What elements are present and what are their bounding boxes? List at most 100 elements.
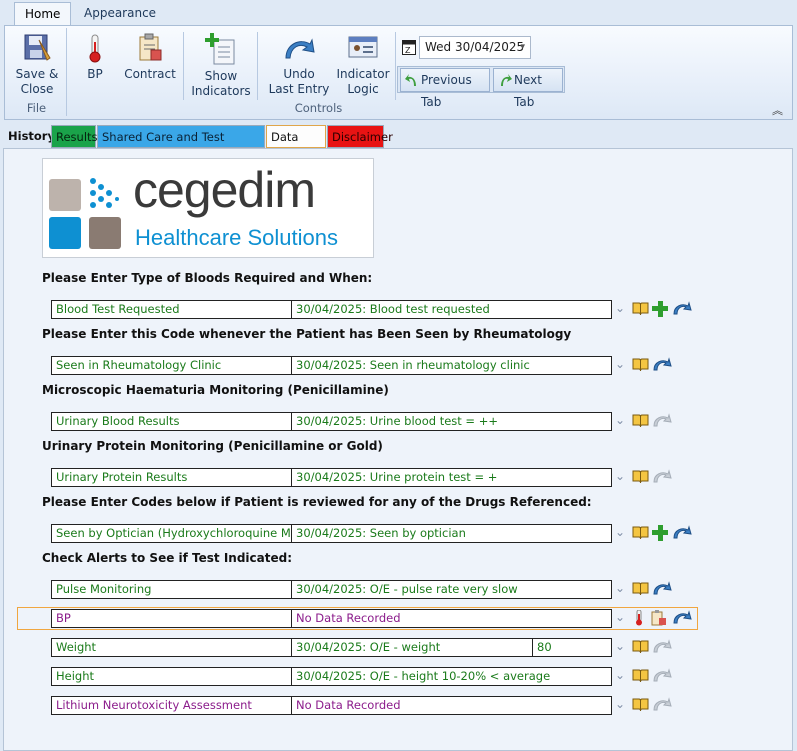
book-icon[interactable]	[632, 668, 649, 686]
chevron-down-icon[interactable]: ⌄	[615, 413, 625, 427]
row-name: BP	[51, 609, 292, 628]
book-icon[interactable]	[632, 697, 649, 715]
chevron-down-icon[interactable]: ⌄	[615, 301, 625, 315]
book-icon[interactable]	[632, 639, 649, 657]
show-indicators-label-1: Show	[204, 69, 238, 83]
undo-icon[interactable]	[652, 581, 672, 598]
file-group: Save & Close File	[7, 28, 67, 116]
indicator-logic-label-2: Logic	[347, 82, 379, 96]
undo-icon[interactable]	[672, 301, 692, 318]
row-value[interactable]: 30/04/2025: O/E - pulse rate very slow	[291, 580, 612, 599]
cegedim-logo: cegedim Healthcare Solutions	[42, 158, 374, 258]
show-indicators-label-2: Indicators	[191, 84, 251, 98]
svg-text:Z: Z	[405, 46, 411, 55]
contract-clipboard-icon	[139, 33, 162, 61]
ribbon-tab-home[interactable]: Home	[14, 2, 72, 26]
chevron-down-icon[interactable]: ⌄	[615, 469, 625, 483]
book-icon[interactable]	[632, 469, 649, 487]
logo-tagline: Healthcare Solutions	[135, 225, 339, 250]
section-heading: Check Alerts to See if Test Indicated:	[42, 551, 293, 565]
collapse-ribbon-icon[interactable]: ︽	[772, 102, 783, 118]
row-value[interactable]: 30/04/2025: Seen in rheumatology clinic	[291, 356, 612, 375]
row-name: Blood Test Requested	[51, 300, 292, 319]
book-icon[interactable]	[632, 413, 649, 431]
bp-button[interactable]: BP	[75, 32, 115, 82]
contract-button[interactable]: Contract	[121, 32, 179, 82]
undo-label-2: Last Entry	[268, 82, 330, 96]
ribbon-separator	[395, 32, 396, 100]
row-value[interactable]: 30/04/2025: Blood test requested	[291, 300, 612, 319]
add-icon[interactable]	[652, 525, 668, 544]
undo-icon[interactable]	[652, 357, 672, 374]
row-value[interactable]: 30/04/2025: Seen by optician	[291, 524, 612, 543]
chevron-down-icon[interactable]: ⌄	[615, 668, 625, 682]
cegedim-logo-mark	[49, 178, 121, 249]
row-extra-value[interactable]: 80	[532, 638, 612, 657]
undo-icon-disabled	[652, 469, 672, 486]
row-name: Urinary Blood Results	[51, 412, 292, 431]
indicator-logic-label-1: Indicator	[336, 67, 390, 81]
chevron-down-icon[interactable]: ⌄	[615, 697, 625, 711]
row-name: Seen by Optician (Hydroxychloroquine Mon…	[51, 524, 292, 543]
row-actions: ⌄	[615, 300, 705, 319]
row-value[interactable]: 30/04/2025: O/E - weight	[291, 638, 533, 657]
next-tab-button[interactable]: Next Tab	[493, 68, 563, 109]
row-value[interactable]: 30/04/2025: Urine protein test = +	[291, 468, 612, 487]
book-icon[interactable]	[632, 581, 649, 599]
book-icon[interactable]	[632, 301, 649, 319]
tab-disclaimer[interactable]: Disclaimer	[327, 125, 393, 148]
thermometer-icon	[89, 34, 101, 63]
show-indicators-button[interactable]: Show Indicators	[189, 32, 253, 99]
row-value[interactable]: 30/04/2025: Urine blood test = ++	[291, 412, 612, 431]
previous-tab-button[interactable]: Previous Tab	[400, 68, 490, 109]
calendar-icon: Z	[402, 39, 416, 55]
indicator-logic-button[interactable]: Indicator Logic	[335, 32, 391, 97]
tab-history[interactable]: History	[4, 125, 55, 148]
undo-icon[interactable]	[672, 610, 692, 627]
ribbon-separator	[183, 32, 184, 100]
ribbon-tab-appearance[interactable]: Appearance	[74, 2, 166, 26]
book-icon[interactable]	[632, 357, 649, 375]
contract-label: Contract	[124, 67, 176, 81]
row-actions: ⌄	[615, 468, 705, 487]
row-actions: ⌄	[615, 609, 705, 628]
row-name: Lithium Neurotoxicity Assessment	[51, 696, 292, 715]
tab-data-entry[interactable]: Data Entry	[266, 125, 326, 166]
row-value[interactable]: No Data Recorded	[291, 609, 612, 628]
undo-icon-disabled	[652, 413, 672, 430]
row-value[interactable]: No Data Recorded	[291, 696, 612, 715]
chevron-down-icon[interactable]: ⌄	[615, 357, 625, 371]
tab-results[interactable]: Results	[51, 125, 98, 148]
chevron-down-icon[interactable]: ⌄	[615, 581, 625, 595]
section-heading: Please Enter Type of Bloods Required and…	[42, 271, 373, 285]
row-actions: ⌄	[615, 356, 705, 375]
undo-last-entry-button[interactable]: Undo Last Entry	[265, 32, 333, 97]
book-icon[interactable]	[632, 525, 649, 543]
row-name: Urinary Protein Results	[51, 468, 292, 487]
row-actions: ⌄	[615, 667, 705, 686]
save-close-label-2: Close	[20, 82, 54, 96]
section-heading: Please Enter this Code whenever the Pati…	[42, 327, 572, 341]
undo-arrow-icon	[285, 38, 315, 59]
indicator-logic-icon	[348, 36, 378, 58]
row-actions: ⌄	[615, 412, 705, 431]
date-selector[interactable]: Wed 30/04/2025 ▾	[419, 36, 531, 59]
next-arrow-icon	[501, 74, 512, 86]
row-actions: ⌄	[615, 696, 705, 715]
chevron-down-icon[interactable]: ⌄	[615, 610, 625, 624]
row-actions: ⌄	[615, 580, 705, 599]
row-value[interactable]: 30/04/2025: O/E - height 10-20% < averag…	[291, 667, 612, 686]
add-icon[interactable]	[652, 301, 668, 320]
section-heading: Please Enter Codes below if Patient is r…	[42, 495, 592, 509]
save-close-button[interactable]: Save & Close	[9, 32, 65, 97]
row-name: Height	[51, 667, 292, 686]
contract-clipboard-icon[interactable]	[651, 610, 667, 629]
section-heading: Microscopic Haematuria Monitoring (Penic…	[42, 383, 389, 397]
chevron-down-icon[interactable]: ⌄	[615, 525, 625, 539]
undo-icon-disabled	[652, 668, 672, 685]
chevron-down-icon[interactable]: ⌄	[615, 639, 625, 653]
chevron-down-icon[interactable]: ▾	[520, 37, 525, 58]
undo-icon[interactable]	[672, 525, 692, 542]
thermometer-icon[interactable]	[634, 609, 644, 629]
tab-shared-care[interactable]: Shared Care and Test Frequency	[97, 125, 265, 166]
